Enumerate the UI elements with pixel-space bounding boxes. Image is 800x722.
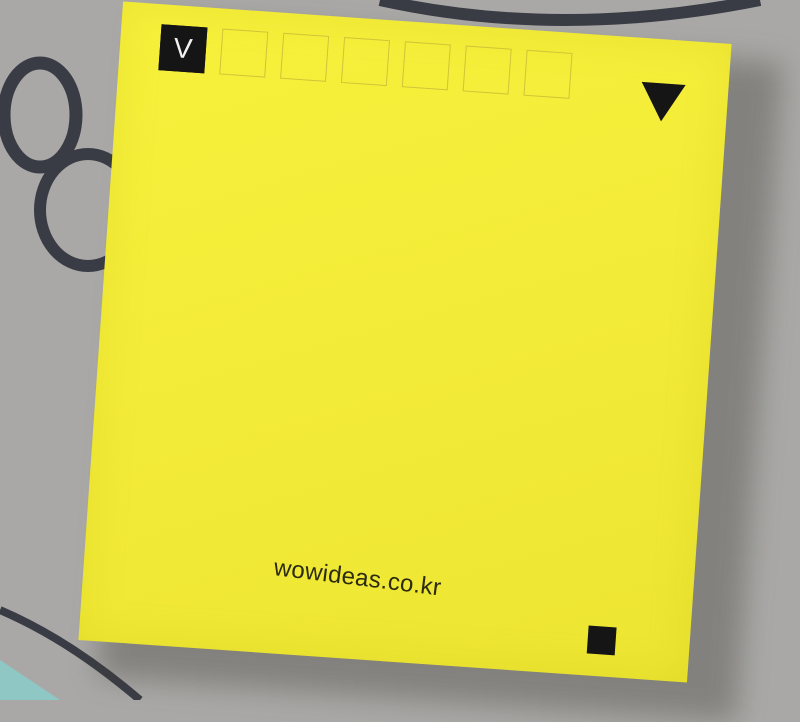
sticky-note: V wowideas.co.kr: [78, 1, 732, 683]
checkbox-empty: [340, 37, 391, 87]
triangle-down-icon: [639, 81, 686, 123]
brand-text: wowideas.co.kr: [272, 554, 443, 602]
corner-square-mark: [586, 625, 617, 656]
checkbox-empty: [462, 45, 512, 95]
checkbox-checked: V: [158, 24, 208, 74]
checkbox-empty: [401, 41, 451, 91]
checkbox-row: V: [158, 24, 573, 99]
checkbox-empty: [523, 49, 573, 99]
checkbox-empty: [219, 28, 269, 78]
checkbox-empty: [280, 32, 330, 82]
